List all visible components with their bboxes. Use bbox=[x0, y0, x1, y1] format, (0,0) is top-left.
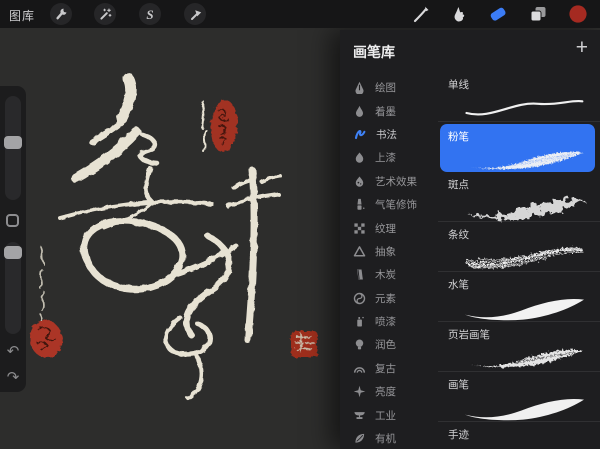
brush-opacity-slider-handle[interactable] bbox=[4, 246, 22, 259]
selection-s-icon: S bbox=[146, 6, 154, 22]
color-circle bbox=[569, 5, 587, 23]
calligraphy-stroke-icon bbox=[354, 130, 366, 140]
transform-button[interactable] bbox=[184, 3, 206, 25]
brush-row-shale-brush[interactable]: 页岩画笔 bbox=[438, 322, 600, 372]
artistic-drop-icon bbox=[355, 176, 364, 187]
erase-tool-button[interactable] bbox=[487, 3, 509, 25]
charcoal-stick-icon bbox=[357, 269, 363, 280]
rainbow-arc-icon bbox=[353, 367, 366, 373]
category-abstract[interactable]: 抽象 bbox=[340, 240, 438, 263]
category-touchups[interactable]: 润色 bbox=[340, 333, 438, 356]
artist-signature-column bbox=[39, 245, 45, 329]
round-red-seal bbox=[29, 320, 63, 358]
actions-button[interactable] bbox=[50, 3, 72, 25]
brush-row-chalk[interactable]: 粉笔 bbox=[440, 124, 595, 172]
brush-row-blotchy[interactable]: 斑点 bbox=[438, 172, 600, 222]
gallery-button[interactable]: 图库 bbox=[9, 7, 35, 24]
redo-button[interactable]: ↷ bbox=[2, 367, 24, 387]
category-artistic[interactable]: 艺术效果 bbox=[340, 170, 438, 193]
color-button[interactable] bbox=[567, 3, 589, 25]
brush-library-panel: 画笔库 + 绘图 着墨 书法 上漆 艺术效果 气笔修饰 纹理 抽象 木炭 元素 … bbox=[340, 30, 600, 449]
category-airbrushing[interactable]: 气笔修饰 bbox=[340, 193, 438, 216]
panel-title: 画笔库 bbox=[353, 44, 395, 60]
brush-stroke-preview bbox=[464, 399, 584, 421]
brush-stroke-preview bbox=[464, 199, 584, 220]
selections-button[interactable]: S bbox=[139, 3, 161, 25]
brush-row-monoline[interactable]: 单线 bbox=[438, 72, 600, 122]
brush-row-streaky[interactable]: 条纹 bbox=[438, 222, 600, 272]
adjustments-button[interactable] bbox=[94, 3, 116, 25]
category-drawing[interactable]: 绘图 bbox=[340, 76, 438, 99]
brush-list: 单线 粉笔 斑点 条纹 水笔 页岩画笔 画笔 手迹 bbox=[438, 72, 600, 449]
calligraphy-strokes bbox=[58, 72, 282, 400]
transform-arrow-icon bbox=[191, 10, 202, 20]
category-calligraphy[interactable]: 书法 bbox=[340, 123, 438, 146]
brush-category-list: 绘图 着墨 书法 上漆 艺术效果 气笔修饰 纹理 抽象 木炭 元素 喷漆 润色 … bbox=[340, 76, 438, 449]
brush-icon bbox=[413, 6, 429, 23]
pen-nib-icon bbox=[355, 81, 364, 95]
paint-tool-button[interactable] bbox=[410, 3, 432, 25]
eraser-icon bbox=[490, 7, 506, 21]
category-textures[interactable]: 纹理 bbox=[340, 216, 438, 239]
layers-button[interactable] bbox=[527, 3, 549, 25]
elements-sphere-icon bbox=[353, 292, 366, 304]
top-toolbar: 图库 S bbox=[0, 0, 600, 28]
oval-red-seal bbox=[210, 100, 238, 152]
category-luminance[interactable]: 亮度 bbox=[340, 380, 438, 403]
category-painting[interactable]: 上漆 bbox=[340, 146, 438, 169]
airbrush-icon bbox=[357, 199, 365, 210]
brush-row-water-pen[interactable]: 水笔 bbox=[438, 272, 600, 322]
brush-size-slider-handle[interactable] bbox=[4, 136, 22, 149]
procreate-app: ↶ ↷ 图库 S 画笔库 + 绘图 着墨 书法 上漆 艺术效果 气笔修饰 纹理 … bbox=[0, 0, 600, 449]
ink-drop-icon bbox=[355, 105, 364, 117]
magic-wand-icon bbox=[100, 8, 112, 20]
triangle-icon bbox=[353, 246, 366, 257]
texture-grid-icon bbox=[354, 222, 365, 234]
smudge-finger-icon bbox=[454, 7, 465, 22]
category-elements[interactable]: 元素 bbox=[340, 287, 438, 310]
brush-row-script[interactable]: 手迹 bbox=[438, 422, 600, 449]
category-vintage[interactable]: 复古 bbox=[340, 357, 438, 380]
category-spraypaints[interactable]: 喷漆 bbox=[340, 310, 438, 333]
side-toolbar: ↶ ↷ bbox=[0, 86, 26, 392]
lightbulb-icon bbox=[355, 339, 364, 350]
paint-drop-icon bbox=[355, 152, 364, 164]
brush-stroke-preview bbox=[465, 99, 584, 116]
anvil-icon bbox=[354, 411, 365, 419]
modify-button[interactable] bbox=[6, 214, 19, 227]
brush-row-brush-pen[interactable]: 画笔 bbox=[438, 372, 600, 422]
category-industrial[interactable]: 工业 bbox=[340, 403, 438, 426]
brush-stroke-preview bbox=[465, 151, 584, 170]
square-red-seal bbox=[291, 331, 317, 357]
brush-size-slider[interactable] bbox=[4, 96, 22, 200]
brush-stroke-preview bbox=[464, 299, 584, 321]
leaf-icon bbox=[355, 433, 365, 443]
brush-opacity-slider[interactable] bbox=[4, 242, 22, 334]
smudge-tool-button[interactable] bbox=[448, 3, 470, 25]
sparkle-icon bbox=[353, 386, 366, 398]
spray-can-icon bbox=[357, 316, 364, 327]
brush-stroke-preview bbox=[465, 247, 584, 269]
wrench-icon bbox=[56, 8, 67, 20]
category-charcoal[interactable]: 木炭 bbox=[340, 263, 438, 286]
layers-icon bbox=[530, 7, 546, 22]
brush-stroke-preview bbox=[465, 349, 584, 368]
add-brush-button[interactable]: + bbox=[576, 36, 588, 60]
undo-button[interactable]: ↶ bbox=[2, 341, 24, 361]
category-inking[interactable]: 着墨 bbox=[340, 99, 438, 122]
brush-stroke-preview bbox=[450, 443, 598, 449]
category-organic[interactable]: 有机 bbox=[340, 427, 438, 449]
